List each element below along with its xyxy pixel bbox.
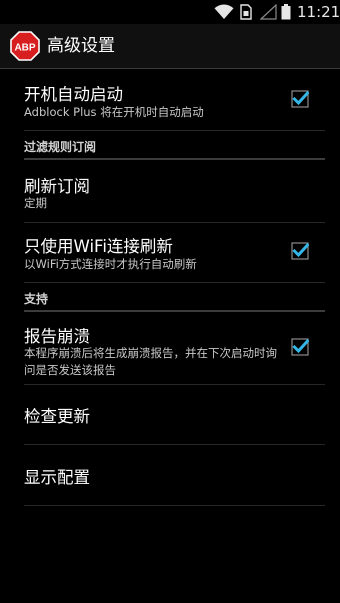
pref-crash-report-summary: 本程序崩溃后将生成崩溃报告，并在下次启动时询问是否发送该报告 [24,346,277,377]
status-time: 11:21 [297,3,340,21]
pref-wifi-only[interactable]: 只使用WiFi连接刷新 以WiFi方式连接时才执行自动刷新 [24,222,325,283]
pref-show-config-title: 显示配置 [24,468,90,487]
battery-icon [281,4,291,24]
category-support: 支持 [24,288,325,312]
page-title: 高级设置 [47,36,115,56]
signal-icon [259,3,277,24]
wifi-only-checkbox[interactable] [291,242,310,260]
pref-check-updates[interactable]: 检查更新 [24,384,325,445]
svg-text:ABP: ABP [14,43,35,54]
pref-crash-report[interactable]: 报告崩溃 本程序崩溃后将生成崩溃报告，并在下次启动时询问是否发送该报告 [24,312,325,385]
pref-check-updates-title: 检查更新 [24,407,90,426]
category-filter-label: 过滤规则订阅 [24,140,97,154]
action-bar: ABP 高级设置 [0,24,340,69]
status-bar: 11:21 [0,0,340,24]
pref-refresh-summary: 定期 [24,196,47,210]
wifi-icon [214,4,234,24]
pref-crash-report-title: 报告崩溃 [24,327,90,346]
pref-wifi-only-summary: 以WiFi方式连接时才执行自动刷新 [24,257,197,271]
category-filter-subscriptions: 过滤规则订阅 [24,136,325,160]
sim-card-icon [240,4,252,24]
pref-refresh-title: 刷新订阅 [24,177,90,196]
pref-auto-start-title: 开机自动启动 [24,85,123,104]
pref-wifi-only-title: 只使用WiFi连接刷新 [24,237,173,256]
settings-screen: 11:21 ABP 高级设置 开机自动启动 Adblock Plus 将在开机时… [0,0,340,603]
pref-auto-start[interactable]: 开机自动启动 Adblock Plus 将在开机时自动启动 [24,68,325,131]
category-support-label: 支持 [24,292,49,306]
pref-auto-start-summary: Adblock Plus 将在开机时自动启动 [24,105,204,119]
pref-show-config[interactable]: 显示配置 [24,444,325,506]
crash-report-checkbox[interactable] [291,338,310,356]
auto-start-checkbox[interactable] [291,90,310,108]
pref-refresh-subscriptions[interactable]: 刷新订阅 定期 [24,160,325,223]
abp-logo-icon[interactable]: ABP [10,31,40,61]
